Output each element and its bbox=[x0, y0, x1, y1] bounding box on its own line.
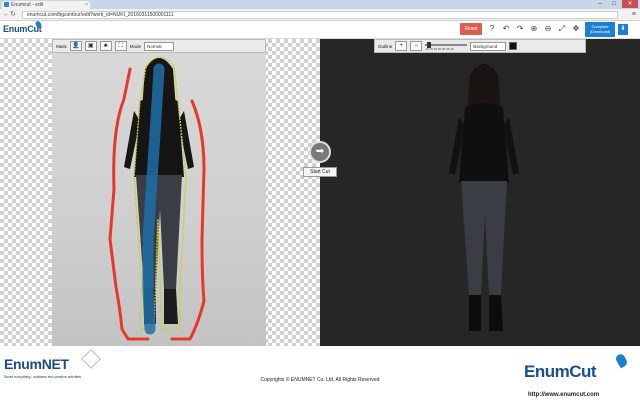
start-cut-arrow-icon[interactable]: ➡ bbox=[309, 141, 331, 163]
fill-icon[interactable]: ♣ bbox=[99, 41, 112, 51]
minimize-button[interactable]: – bbox=[594, 0, 606, 8]
enumcut-pin-icon bbox=[614, 352, 629, 369]
browser-tab[interactable]: Enumcut - edit × bbox=[2, 1, 90, 9]
outline-label: Outline bbox=[378, 43, 393, 49]
background-stroke-bottom bbox=[120, 327, 150, 341]
workspace: Mask 👤 ▣ ♣ ⛶ Mode Normal Outline + − 10 … bbox=[0, 39, 640, 346]
outline-toolbar: Outline + − 10 15 20 25 30 35 40 Backgro… bbox=[374, 39, 586, 53]
zoom-in-icon[interactable]: ⊕ bbox=[528, 23, 540, 35]
tab-title: Enumcut - edit bbox=[11, 2, 44, 8]
enumcut-footer-logo[interactable]: EnumCut bbox=[524, 362, 597, 382]
mode-select[interactable]: Normal bbox=[144, 41, 175, 51]
address-bar: ← ↻ enumcut.com/bgcontour/edit?work_id=N… bbox=[0, 9, 640, 21]
complete-button[interactable]: Complete (Download) bbox=[585, 22, 615, 37]
reset-button[interactable]: Reset bbox=[460, 23, 482, 35]
site-url-link[interactable]: http://www.enumcut.com bbox=[528, 392, 599, 398]
source-photo-svg bbox=[108, 56, 206, 341]
redo-icon[interactable]: ↷ bbox=[514, 23, 526, 35]
tab-close-icon[interactable]: × bbox=[85, 1, 88, 9]
favicon-icon bbox=[4, 2, 9, 7]
reload-icon[interactable]: ↻ bbox=[10, 11, 16, 19]
window-controls: – □ ✕ bbox=[594, 0, 638, 9]
browser-menu-icon[interactable]: ≡ bbox=[632, 11, 636, 19]
slider-track bbox=[425, 43, 468, 46]
result-photo-svg bbox=[449, 64, 519, 331]
url-input[interactable]: enumcut.com/bgcontour/edit?work_id=NUKI_… bbox=[22, 11, 618, 19]
cutout-person bbox=[449, 64, 519, 331]
background-color-swatch[interactable] bbox=[509, 42, 518, 50]
back-icon[interactable]: ← bbox=[3, 11, 10, 19]
move-icon[interactable]: ✥ bbox=[570, 23, 582, 35]
fit-icon[interactable]: ⤢ bbox=[556, 23, 568, 35]
mask-label: Mask bbox=[56, 43, 67, 49]
enumnet-cube-icon bbox=[81, 349, 101, 369]
brush-size-slider[interactable]: 10 15 20 25 30 35 40 bbox=[425, 41, 468, 51]
footer: EnumNET Smart everything : software and … bbox=[0, 346, 640, 404]
crop-icon[interactable]: ⛶ bbox=[114, 41, 127, 51]
background-select[interactable]: Background bbox=[470, 41, 507, 51]
mask-toolbar: Mask 👤 ▣ ♣ ⛶ Mode Normal bbox=[52, 39, 266, 53]
enumnet-logo[interactable]: EnumNET bbox=[4, 356, 69, 372]
start-cut-button[interactable]: Start Cut bbox=[303, 167, 337, 177]
result-canvas[interactable] bbox=[320, 39, 640, 346]
download-icon[interactable]: ⬇ bbox=[618, 24, 628, 35]
mode-label: Mode bbox=[129, 43, 142, 49]
app-header: EnumCut Reset ? ↶ ↷ ⊕ ⊖ ⤢ ✥ Complete (Do… bbox=[0, 20, 640, 39]
help-icon[interactable]: ? bbox=[486, 23, 498, 35]
zoom-out-icon[interactable]: ⊖ bbox=[542, 23, 554, 35]
browser-tab-bar: Enumcut - edit × – □ ✕ bbox=[0, 0, 640, 9]
background-stroke-left bbox=[108, 67, 132, 331]
window-close-button[interactable]: ✕ bbox=[622, 0, 638, 8]
undo-icon[interactable]: ↶ bbox=[500, 23, 512, 35]
complete-sublabel: (Download) bbox=[589, 29, 611, 34]
maximize-button[interactable]: □ bbox=[608, 0, 620, 8]
slider-ticks: 10 15 20 25 30 35 40 bbox=[425, 46, 454, 51]
source-image-canvas[interactable] bbox=[52, 39, 266, 346]
add-stroke-icon[interactable]: + bbox=[395, 41, 408, 51]
person-icon[interactable]: 👤 bbox=[69, 41, 82, 51]
remove-stroke-icon[interactable]: − bbox=[410, 41, 423, 51]
eraser-icon[interactable]: ▣ bbox=[84, 41, 97, 51]
